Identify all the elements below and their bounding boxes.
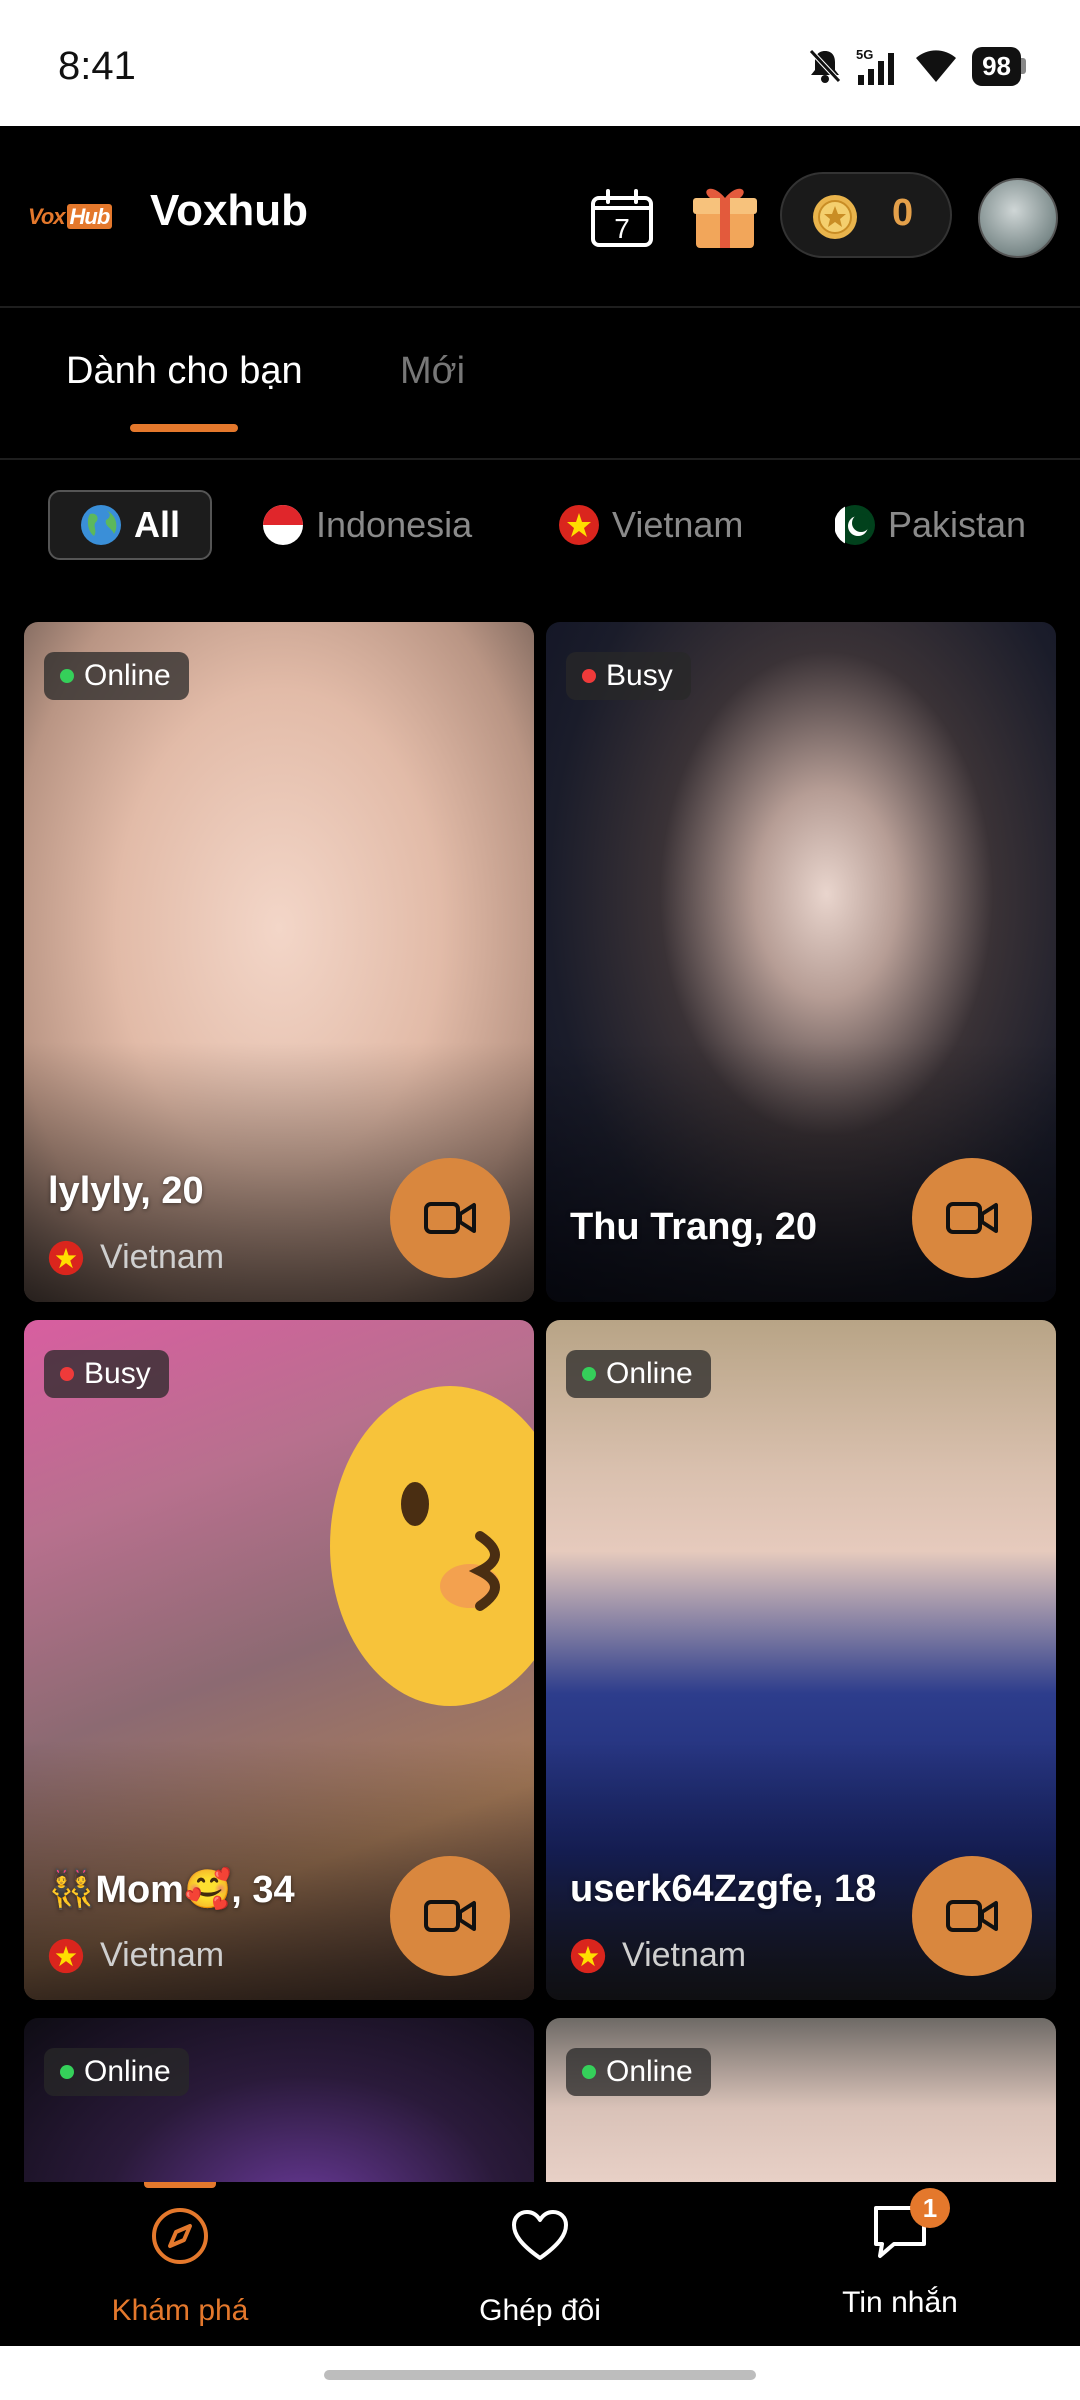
- video-call-button[interactable]: [912, 1158, 1032, 1278]
- tab-for-you[interactable]: Dành cho bạn: [66, 350, 303, 393]
- nav-match-label: Ghép đôi: [479, 2294, 601, 2327]
- voxhub-logo: Vox Hub: [28, 204, 122, 232]
- status-label: Busy: [606, 659, 673, 692]
- status-badge: Online: [44, 652, 189, 700]
- status-badge: Online: [566, 2048, 711, 2096]
- coin-count: 0: [892, 192, 914, 234]
- filter-pakistan[interactable]: Pakistan: [834, 490, 1026, 560]
- app-header: Vox Hub Voxhub 7 0: [0, 126, 1080, 306]
- profile-name: lylyly, 20: [48, 1170, 204, 1212]
- profile-card[interactable]: Busy 👯Mom🥰, 34 Vietnam: [24, 1320, 534, 2000]
- network-label: 5G: [856, 47, 873, 62]
- video-call-button[interactable]: [390, 1856, 510, 1976]
- profile-country: Vietnam: [48, 1238, 224, 1277]
- video-camera-icon: [424, 1900, 476, 1932]
- calendar-day: 7: [614, 213, 630, 244]
- logo-vox-text: Vox: [28, 204, 66, 229]
- filter-vietnam[interactable]: Vietnam: [558, 490, 743, 560]
- vietnam-flag-icon: [48, 1938, 84, 1973]
- video-call-button[interactable]: [390, 1158, 510, 1278]
- busy-dot-icon: [60, 1367, 74, 1381]
- status-bar: 8:41 5G 98: [0, 0, 1080, 126]
- profile-card[interactable]: Online lylyly, 20 Vietnam: [24, 622, 534, 1302]
- profile-country: Vietnam: [48, 1936, 224, 1975]
- nav-explore[interactable]: Khám phá: [0, 2182, 360, 2346]
- profile-name: 👯Mom🥰, 34: [48, 1869, 295, 1911]
- nav-explore-label: Khám phá: [111, 2294, 249, 2327]
- profile-card[interactable]: Online userk64Zzgfe, 18 Vietnam: [546, 1320, 1056, 2000]
- message-icon-wrap: 1: [870, 2188, 950, 2262]
- nav-messages[interactable]: 1 Tin nhắn: [720, 2182, 1080, 2346]
- silent-bell-icon: [809, 49, 841, 83]
- status-label: Online: [606, 1357, 693, 1390]
- battery-level: 98: [982, 50, 1011, 81]
- vietnam-flag-icon: [48, 1240, 84, 1275]
- profile-card[interactable]: Online: [546, 2018, 1056, 2182]
- globe-icon: [80, 504, 122, 546]
- coin-icon: [813, 195, 857, 239]
- tab-new[interactable]: Mới: [400, 350, 465, 393]
- status-badge: Online: [566, 1350, 711, 1398]
- indonesia-flag-icon: [262, 504, 304, 546]
- unread-badge: 1: [910, 2188, 950, 2228]
- video-camera-icon: [424, 1202, 476, 1234]
- filter-vietnam-label: Vietnam: [612, 504, 744, 545]
- heart-icon: [512, 2210, 568, 2260]
- filter-indonesia-label: Indonesia: [316, 504, 473, 545]
- battery-tip: [1021, 58, 1026, 74]
- app-title: Voxhub: [150, 186, 309, 235]
- filter-all-label: All: [133, 504, 180, 545]
- nav-match[interactable]: Ghép đôi: [360, 2182, 720, 2346]
- coin-balance-button[interactable]: 0: [780, 172, 952, 258]
- status-badge: Busy: [566, 652, 691, 700]
- home-gesture-bar[interactable]: [324, 2370, 756, 2380]
- feed-tabs: Dành cho bạn Mới: [0, 308, 1080, 458]
- signal-5g-icon: 5G: [856, 47, 895, 85]
- status-label: Busy: [84, 1357, 151, 1390]
- status-label: Online: [606, 2055, 693, 2088]
- kissing-emoji-sticker: [330, 1386, 534, 1706]
- video-camera-icon: [946, 1202, 998, 1234]
- profile-card[interactable]: Busy Thu Trang, 20: [546, 622, 1056, 1302]
- battery-indicator: 98: [972, 46, 1021, 86]
- tab-active-indicator: [130, 424, 238, 432]
- filter-pakistan-label: Pakistan: [888, 504, 1027, 545]
- vietnam-flag-icon: [558, 504, 600, 546]
- profile-name: userk64Zzgfe, 18: [570, 1868, 877, 1910]
- filter-all[interactable]: All: [48, 490, 212, 560]
- country-label: Vietnam: [622, 1936, 747, 1974]
- filter-indonesia[interactable]: Indonesia: [262, 490, 472, 560]
- bottom-navigation: Khám phá Ghép đôi 1 Tin nhắn: [0, 2182, 1080, 2346]
- country-label: Vietnam: [100, 1936, 225, 1974]
- vietnam-flag-icon: [570, 1938, 606, 1973]
- profile-name: Thu Trang, 20: [570, 1206, 818, 1248]
- online-dot-icon: [582, 2065, 596, 2079]
- compass-icon: [152, 2208, 208, 2264]
- nav-messages-label: Tin nhắn: [842, 2286, 958, 2319]
- country-label: Vietnam: [100, 1238, 225, 1276]
- calendar-checkin-icon[interactable]: 7: [590, 188, 654, 248]
- online-dot-icon: [60, 2065, 74, 2079]
- profile-country: Vietnam: [570, 1936, 746, 1975]
- status-label: Online: [84, 659, 171, 692]
- gift-icon[interactable]: [690, 180, 760, 252]
- profile-card[interactable]: Online: [24, 2018, 534, 2182]
- busy-dot-icon: [582, 669, 596, 683]
- online-dot-icon: [60, 669, 74, 683]
- status-badge: Online: [44, 2048, 189, 2096]
- country-filters: All Indonesia Vietnam Pakistan: [0, 460, 1080, 590]
- online-dot-icon: [582, 1367, 596, 1381]
- status-time: 8:41: [58, 44, 136, 88]
- status-badge: Busy: [44, 1350, 169, 1398]
- wifi-icon: [916, 50, 957, 82]
- status-label: Online: [84, 2055, 171, 2088]
- pakistan-flag-icon: [834, 504, 876, 546]
- video-call-button[interactable]: [912, 1856, 1032, 1976]
- video-camera-icon: [946, 1900, 998, 1932]
- profile-avatar[interactable]: [978, 178, 1058, 258]
- logo-hub-text: Hub: [66, 204, 113, 229]
